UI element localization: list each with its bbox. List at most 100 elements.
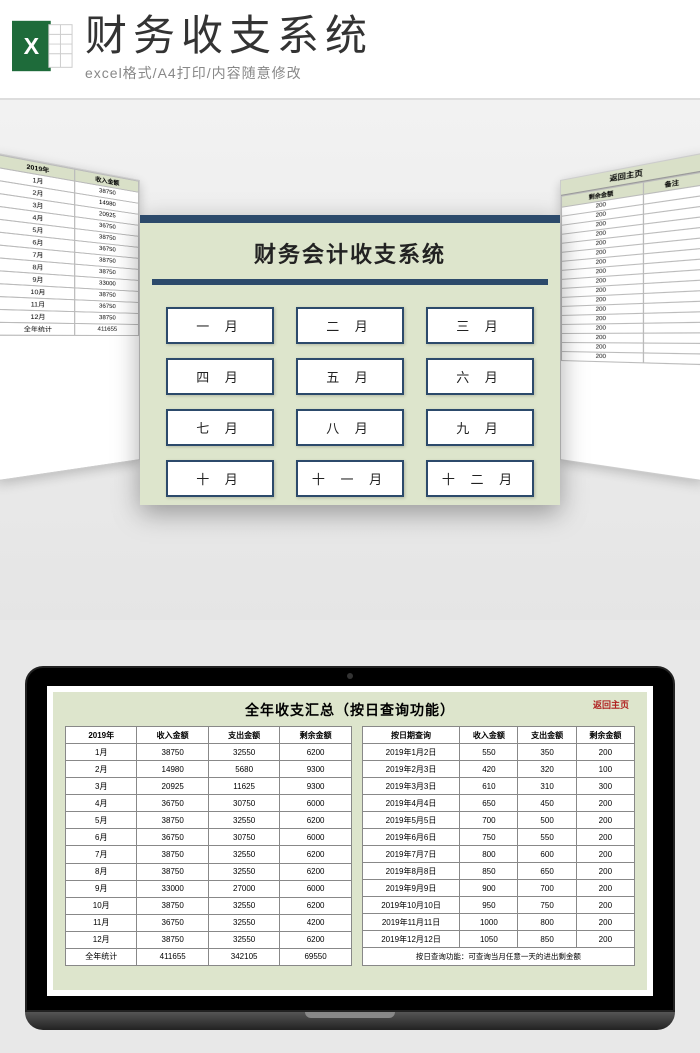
side-sheet-left: 2019年 收入金额 1月387502月149803月209254月367505… [0, 153, 140, 482]
table-row: 5月38750325506200 [66, 812, 352, 829]
cell: 200 [562, 333, 644, 343]
cell: 1月 [66, 744, 137, 761]
cell: 200 [562, 323, 644, 333]
cell: 2019年3月3日 [362, 778, 459, 795]
table-row: 4月36750307506000 [66, 795, 352, 812]
col-header: 剩余金额 [280, 727, 351, 744]
main-menu-card: 财务会计收支系统 一 月二 月三 月四 月五 月六 月七 月八 月九 月十 月十… [140, 215, 560, 505]
col-header: 收入金额 [460, 727, 518, 744]
month-button[interactable]: 八 月 [296, 409, 404, 446]
month-button[interactable]: 六 月 [426, 358, 534, 395]
col-header: 支出金额 [518, 727, 576, 744]
cell: 32550 [208, 846, 279, 863]
month-button[interactable]: 二 月 [296, 307, 404, 344]
table-row: 2019年11月11日1000800200 [362, 914, 634, 931]
month-button[interactable]: 一 月 [166, 307, 274, 344]
cell: 200 [576, 897, 634, 914]
col-header: 收入金额 [137, 727, 208, 744]
cell: 500 [518, 812, 576, 829]
table-row: 2019年10月10日950750200 [362, 897, 634, 914]
cell: 38750 [137, 812, 208, 829]
cell: 200 [576, 931, 634, 948]
cell: 650 [460, 795, 518, 812]
cell: 6000 [280, 880, 351, 897]
cell: 450 [518, 795, 576, 812]
cell: 6000 [280, 829, 351, 846]
table-row: 全年统计41165534210569550 [66, 948, 352, 965]
cell: 5680 [208, 761, 279, 778]
cell: 32550 [208, 914, 279, 931]
cell: 2019年2月3日 [362, 761, 459, 778]
cell: 100 [576, 761, 634, 778]
month-button[interactable]: 三 月 [426, 307, 534, 344]
cell: 200 [576, 846, 634, 863]
col-header: 2019年 [66, 727, 137, 744]
cell: 30750 [208, 829, 279, 846]
month-button[interactable]: 四 月 [166, 358, 274, 395]
cell [644, 353, 700, 365]
cell: 6200 [280, 931, 351, 948]
cell [644, 333, 700, 344]
month-button[interactable]: 十 二 月 [426, 460, 534, 497]
table-row: 2019年1月2日550350200 [362, 744, 634, 761]
cell: 11月 [66, 914, 137, 931]
cell: 33000 [137, 880, 208, 897]
cell: 2019年8月8日 [362, 863, 459, 880]
cell: 2019年9月9日 [362, 880, 459, 897]
laptop-base [25, 1012, 675, 1030]
page-subtitle: excel格式/A4打印/内容随意修改 [85, 63, 680, 83]
month-button[interactable]: 九 月 [426, 409, 534, 446]
col-header: 支出金额 [208, 727, 279, 744]
cell: 200 [562, 352, 644, 363]
month-button[interactable]: 七 月 [166, 409, 274, 446]
cell: 32550 [208, 812, 279, 829]
table-row: 2019年2月3日420320100 [362, 761, 634, 778]
cell: 750 [460, 829, 518, 846]
cell: 7月 [66, 846, 137, 863]
table-row: 2月1498056809300 [66, 761, 352, 778]
cell: 38750 [74, 312, 138, 325]
cell: 320 [518, 761, 576, 778]
cell: 6200 [280, 897, 351, 914]
cell [644, 322, 700, 333]
cell: 32550 [208, 931, 279, 948]
cell: 200 [576, 880, 634, 897]
side-sheet-right: 返回主页 剩余金额 备注 200200200200200200200200200… [560, 153, 700, 482]
main-card-title: 财务会计收支系统 [140, 223, 560, 279]
month-grid: 一 月二 月三 月四 月五 月六 月七 月八 月九 月十 月十 一 月十 二 月 [140, 299, 560, 505]
cell: 6月 [66, 829, 137, 846]
cell: 32550 [208, 863, 279, 880]
cell: 850 [518, 931, 576, 948]
cell: 全年统计 [0, 322, 74, 335]
cell: 全年统计 [66, 948, 137, 965]
month-button[interactable]: 十 月 [166, 460, 274, 497]
cell: 36750 [137, 795, 208, 812]
excel-icon: X [12, 15, 74, 77]
col-header: 剩余金额 [576, 727, 634, 744]
table-row: 7月38750325506200 [66, 846, 352, 863]
summary-panel: 全年收支汇总（按日查询功能） 返回主页 2019年收入金额支出金额剩余金额 1月… [53, 692, 647, 990]
preview-area: 2019年 收入金额 1月387502月149803月209254月367505… [0, 100, 700, 620]
table-row: 2019年12月12日1050850200 [362, 931, 634, 948]
cell: 14980 [137, 761, 208, 778]
cell: 6200 [280, 744, 351, 761]
col-header: 按日期查询 [362, 727, 459, 744]
cell: 200 [576, 863, 634, 880]
cell: 36750 [137, 829, 208, 846]
cell: 950 [460, 897, 518, 914]
return-home-link[interactable]: 返回主页 [593, 698, 629, 711]
month-button[interactable]: 十 一 月 [296, 460, 404, 497]
cell: 2019年10月10日 [362, 897, 459, 914]
cell: 4200 [280, 914, 351, 931]
month-button[interactable]: 五 月 [296, 358, 404, 395]
cell: 8月 [66, 863, 137, 880]
query-footnote: 按日查询功能：可查询当月任意一天的进出剩金额 [362, 948, 634, 966]
yearly-summary-table: 2019年收入金额支出金额剩余金额 1月387503255062002月1498… [65, 726, 352, 966]
cell: 2019年5月5日 [362, 812, 459, 829]
camera-icon [347, 673, 353, 679]
cell: 12月 [66, 931, 137, 948]
cell: 9300 [280, 761, 351, 778]
summary-title: 全年收支汇总（按日查询功能） [59, 696, 641, 724]
cell: 650 [518, 863, 576, 880]
cell: 200 [576, 829, 634, 846]
